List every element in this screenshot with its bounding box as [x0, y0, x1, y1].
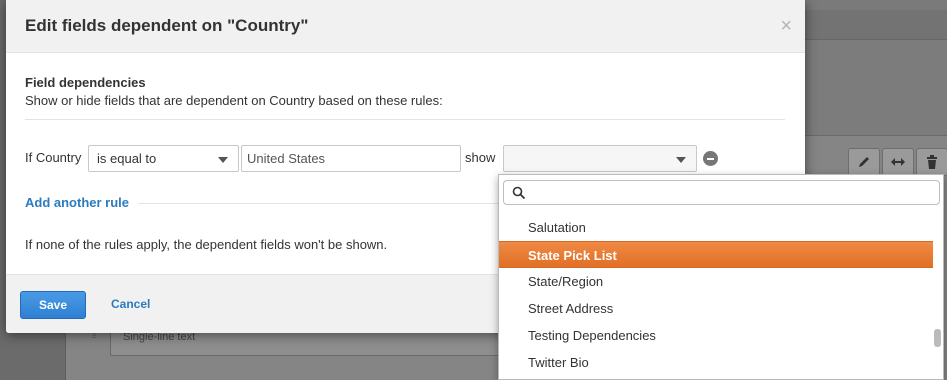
modal-title: Edit fields dependent on "Country" — [25, 16, 309, 35]
modal-header: Edit fields dependent on "Country" × — [6, 0, 805, 53]
chevron-down-icon — [218, 157, 228, 163]
search-icon — [512, 186, 526, 200]
dropdown-scrollbar[interactable] — [933, 211, 941, 379]
dropdown-option[interactable]: Salutation — [499, 214, 933, 241]
close-icon[interactable]: × — [780, 16, 792, 36]
cancel-button[interactable]: Cancel — [111, 297, 150, 311]
chevron-down-icon — [676, 157, 686, 163]
remove-rule-icon[interactable] — [703, 151, 718, 166]
field-dropdown: Salutation State Pick List State/Region … — [498, 174, 944, 380]
section-description: Show or hide fields that are dependent o… — [25, 93, 443, 108]
dropdown-list: Salutation State Pick List State/Region … — [499, 214, 933, 376]
scrollbar-thumb[interactable] — [934, 329, 941, 347]
dropdown-option[interactable]: Street Address — [499, 295, 933, 322]
background-header-bar — [800, 10, 947, 40]
show-label: show — [465, 150, 496, 165]
save-button[interactable]: Save — [20, 291, 86, 319]
add-rule-link[interactable]: Add another rule — [25, 195, 129, 210]
operator-select[interactable]: is equal to — [88, 145, 239, 172]
dropdown-option[interactable]: Twitter Bio — [499, 349, 933, 376]
dropdown-search-input[interactable] — [503, 180, 940, 205]
resize-icon — [882, 148, 914, 176]
show-field-select[interactable] — [503, 145, 697, 172]
dropdown-option-highlighted[interactable]: State Pick List — [499, 241, 933, 268]
fallback-note: If none of the rules apply, the dependen… — [25, 237, 388, 252]
rule-value-input[interactable] — [241, 145, 461, 172]
dropdown-option[interactable]: State/Region — [499, 268, 933, 295]
divider — [25, 119, 785, 120]
section-title: Field dependencies — [25, 75, 146, 90]
trash-icon — [916, 148, 947, 176]
rule-if-label: If Country — [25, 150, 82, 165]
dropdown-option[interactable]: Testing Dependencies — [499, 322, 933, 349]
operator-select-value: is equal to — [97, 151, 157, 166]
pencil-icon — [848, 148, 880, 176]
